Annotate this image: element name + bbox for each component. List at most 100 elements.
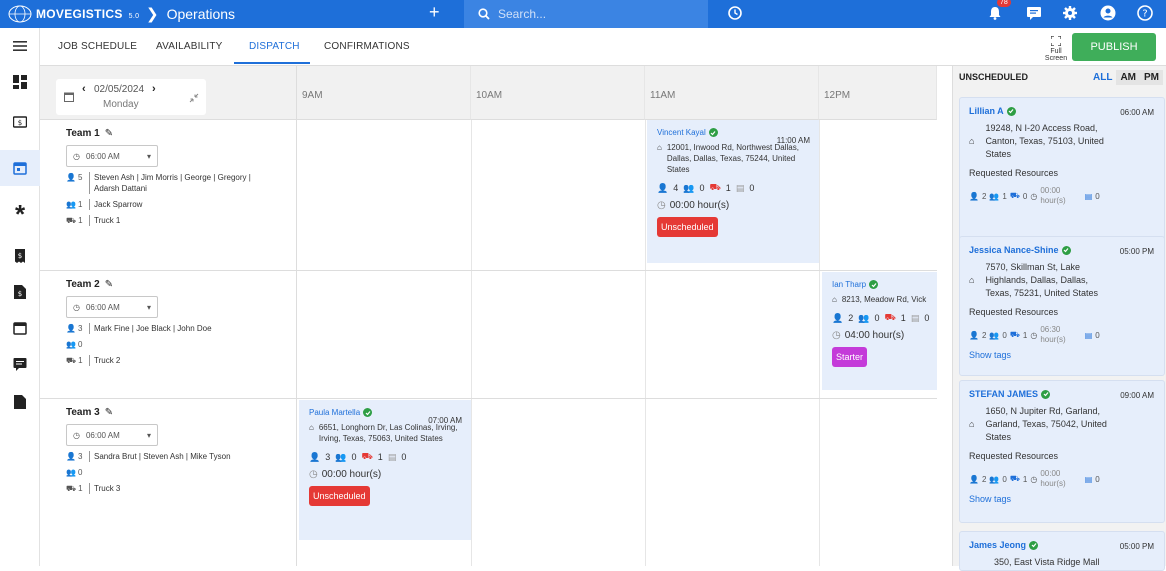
req-other: 0 xyxy=(1095,474,1100,484)
unscheduled-card[interactable]: James Jeong 05:00 PM 350, East Vista Rid… xyxy=(959,531,1165,571)
req-other: 0 xyxy=(1095,191,1100,201)
next-date-icon[interactable]: › xyxy=(152,83,156,95)
logo-globe-icon xyxy=(8,5,32,23)
status-badge[interactable]: Unscheduled xyxy=(309,486,370,506)
job-crew-count: 4 xyxy=(673,183,679,193)
job-other-count: 0 xyxy=(749,183,755,193)
equipment-icon: ▤ xyxy=(735,182,745,193)
team-start-select[interactable]: ◷ 06:00 AM ▾ xyxy=(66,424,158,446)
date-header: ‹ 02/05/2024 › Monday xyxy=(40,66,297,120)
chat-icon[interactable] xyxy=(1025,4,1043,22)
asterisk-icon[interactable]: * xyxy=(0,196,40,232)
publish-button[interactable]: PUBLISH xyxy=(1072,33,1156,61)
team-start-select[interactable]: ◷ 06:00 AM ▾ xyxy=(66,296,158,318)
truck-count: 1 xyxy=(78,356,83,365)
add-icon[interactable]: + xyxy=(429,2,440,23)
tab-confirmations[interactable]: CONFIRMATIONS xyxy=(324,41,410,52)
job-customer-name[interactable]: Paula Martella xyxy=(309,408,360,417)
account-icon[interactable] xyxy=(1099,4,1117,22)
team-row: Team 2 ✎ ◷ 06:00 AM ▾ 👤 3 Mark Fine | Joe Bla… xyxy=(40,271,937,399)
team-start-select[interactable]: ◷ 06:00 AM ▾ xyxy=(66,145,158,167)
req-crew: 2 xyxy=(981,330,987,340)
card-time: 06:00 AM xyxy=(1120,108,1154,117)
filter-pm[interactable]: PM xyxy=(1140,70,1164,85)
job-customer-name[interactable]: Ian Tharp xyxy=(832,280,866,289)
tab-availability[interactable]: AVAILABILITY xyxy=(156,41,223,52)
team-info: Team 1 ✎ ◷ 06:00 AM ▾ 👤 5 Steven Ash | Jim Mo… xyxy=(40,120,297,270)
equipment-icon: ▤ xyxy=(910,312,920,323)
verified-icon xyxy=(1029,540,1039,550)
crew-names: Sandra Brut | Steven Ash | Mike Tyson xyxy=(89,451,231,462)
date-weekday: Monday xyxy=(103,99,139,110)
driver-icon: 👥 xyxy=(335,451,347,462)
chevron-down-icon: ▾ xyxy=(146,302,151,312)
verified-icon xyxy=(1061,245,1071,255)
job-other-count: 0 xyxy=(401,452,407,462)
tab-dispatch[interactable]: DISPATCH xyxy=(249,41,300,52)
team-start-time: 06:00 AM xyxy=(85,302,120,312)
date-picker[interactable]: ‹ 02/05/2024 › Monday xyxy=(56,79,206,115)
unscheduled-card[interactable]: Lillian A 06:00 AM ⌂ 19248, N I-20 Access… xyxy=(959,97,1165,244)
unscheduled-card[interactable]: STEFAN JAMES 09:00 AM ⌂ 1650, N Jupiter R… xyxy=(959,380,1165,523)
invoice-icon[interactable]: $ xyxy=(0,274,40,310)
truck-icon: ⛟ xyxy=(884,312,896,322)
job-card[interactable]: Vincent Kayal 11:00 AM ⌂ 12001, Inwood Rd… xyxy=(647,120,819,263)
status-badge[interactable]: Unscheduled xyxy=(657,217,718,237)
edit-icon[interactable]: ✎ xyxy=(105,407,113,418)
driver-icon: 👥 xyxy=(683,182,695,193)
fullscreen-button[interactable]: Full Screen xyxy=(1040,35,1072,62)
active-tab-indicator xyxy=(234,62,310,64)
prev-date-icon[interactable]: ‹ xyxy=(82,83,86,95)
search-input[interactable]: Search... xyxy=(464,0,708,28)
calendar-icon[interactable] xyxy=(0,150,40,186)
menu-icon[interactable] xyxy=(0,28,40,64)
svg-text:$: $ xyxy=(18,290,22,298)
driver-icon: 👥 xyxy=(989,474,1000,484)
dashboard-icon[interactable] xyxy=(0,64,40,100)
job-time: 07:00 AM xyxy=(428,416,462,425)
crew-icon: 👤 xyxy=(657,182,669,193)
customer-name[interactable]: James Jeong xyxy=(969,540,1026,550)
hour-header: 11AM xyxy=(645,66,819,120)
requested-resources-label: Requested Resources xyxy=(969,307,1059,317)
chevron-down-icon: ▾ xyxy=(146,151,151,161)
top-bar: MOVEGISTICS 5.0 ❯ Operations + Search... … xyxy=(0,0,1166,28)
job-customer-name[interactable]: Vincent Kayal xyxy=(657,128,706,137)
app-logo[interactable]: MOVEGISTICS 5.0 xyxy=(8,4,139,24)
gear-icon[interactable] xyxy=(1061,4,1079,22)
edit-icon[interactable]: ✎ xyxy=(105,128,113,139)
message-icon[interactable] xyxy=(0,346,40,382)
show-tags-link[interactable]: Show tags xyxy=(969,350,1155,360)
clock-icon: ◷ xyxy=(73,151,80,161)
edit-icon[interactable]: ✎ xyxy=(105,279,113,290)
tab-bar: JOB SCHEDULE AVAILABILITY DISPATCH CONFI… xyxy=(40,28,1166,66)
tab-job-schedule[interactable]: JOB SCHEDULE xyxy=(58,41,137,52)
unscheduled-card[interactable]: Jessica Nance-Shine 05:00 PM ⌂ 7570, Skil… xyxy=(959,236,1165,376)
job-truck-count: 1 xyxy=(377,452,383,462)
driver-icon: 👥 xyxy=(858,312,870,323)
document-icon[interactable] xyxy=(0,384,40,420)
job-duration: 04:00 hour(s) xyxy=(844,330,905,341)
customer-name[interactable]: Jessica Nance-Shine xyxy=(969,245,1059,255)
customer-name[interactable]: Lillian A xyxy=(969,106,1004,116)
show-tags-link[interactable]: Show tags xyxy=(969,494,1155,504)
hour-header: 12PM xyxy=(819,66,937,120)
receipt-icon[interactable]: $ xyxy=(0,238,40,274)
filter-am[interactable]: AM xyxy=(1116,70,1141,85)
breadcrumb-section[interactable]: Operations xyxy=(167,6,235,22)
history-icon[interactable] xyxy=(726,4,744,22)
collapse-icon[interactable] xyxy=(189,93,199,103)
calendar-icon[interactable] xyxy=(0,310,40,346)
status-badge[interactable]: Starter xyxy=(832,347,868,367)
job-card[interactable]: Paula Martella 07:00 AM ⌂ 6651, Longhorn … xyxy=(299,400,471,540)
chevron-right-icon: ❯ xyxy=(146,6,159,23)
filter-all[interactable]: ALL xyxy=(1089,70,1116,85)
clock-icon: ◷ xyxy=(657,200,666,211)
help-icon[interactable]: ? xyxy=(1136,4,1154,22)
customer-name[interactable]: STEFAN JAMES xyxy=(969,389,1038,399)
req-trucks: 1 xyxy=(1022,330,1028,340)
equipment-icon: ▤ xyxy=(1084,191,1093,201)
job-card[interactable]: Ian Tharp ⌂ 8213, Meadow Rd, Vick 👤 2 👥 0 ⛟ 1 ▤… xyxy=(822,272,937,390)
req-crew: 2 xyxy=(981,474,987,484)
money-icon[interactable]: $ xyxy=(0,104,40,140)
